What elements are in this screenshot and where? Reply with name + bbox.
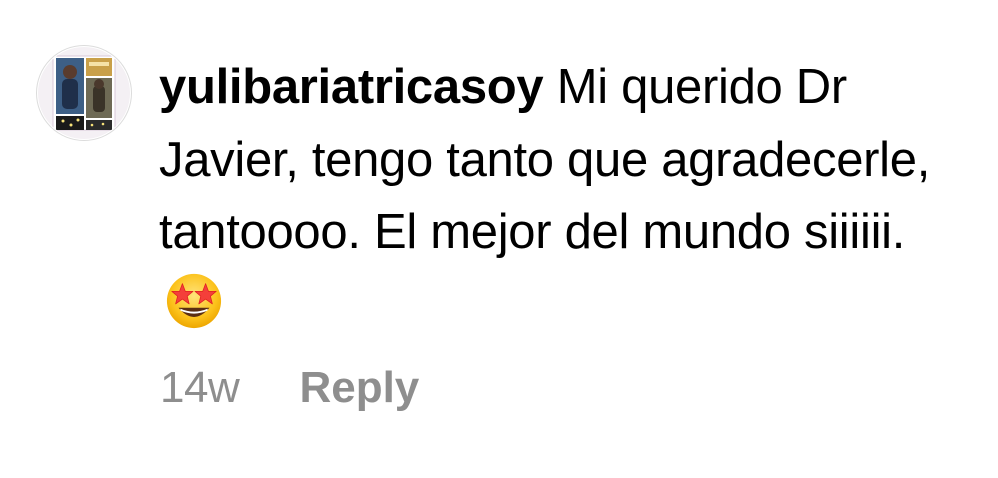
star-struck-emoji-icon bbox=[166, 273, 222, 328]
reply-button[interactable]: Reply bbox=[299, 358, 419, 418]
avatar[interactable] bbox=[36, 45, 132, 141]
user-avatar-icon bbox=[38, 47, 130, 139]
username-link[interactable]: yulibariatricasoy bbox=[159, 60, 544, 114]
comment-timestamp: 14w bbox=[160, 363, 240, 412]
comment-text-block: yulibariatricasoy Mi querido Dr Javier, … bbox=[159, 51, 939, 341]
comment-item: yulibariatricasoy Mi querido Dr Javier, … bbox=[0, 0, 998, 478]
comment-meta: 14w Reply bbox=[160, 358, 419, 418]
